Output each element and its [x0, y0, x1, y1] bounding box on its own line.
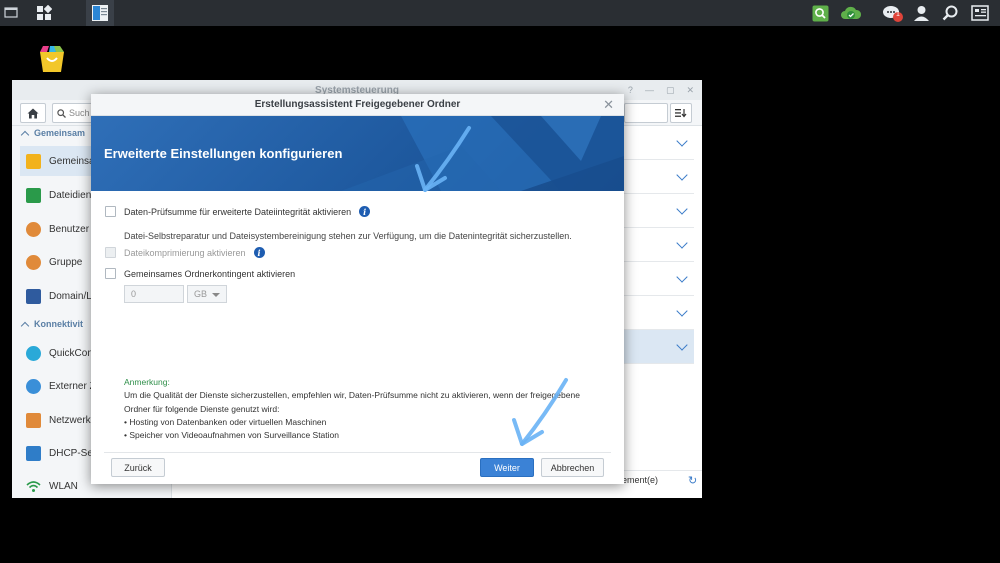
- checksum-description: Datei-Selbstreparatur und Dateisystember…: [124, 231, 572, 241]
- quota-unit-value: GB: [194, 289, 208, 299]
- file-services-icon: [26, 187, 41, 203]
- sidebar-item-label: QuickCon: [49, 347, 93, 359]
- chevron-down-icon[interactable]: [676, 271, 688, 283]
- checksum-label: Daten-Prüfsumme für erweiterte Dateiinte…: [124, 206, 352, 217]
- next-button[interactable]: Weiter: [480, 458, 534, 477]
- dhcp-server-icon: [26, 445, 41, 461]
- close-icon[interactable]: ✕: [686, 85, 694, 96]
- search-icon: [57, 108, 66, 118]
- control-panel-icon[interactable]: [86, 0, 114, 26]
- sort-button[interactable]: [670, 103, 692, 123]
- notification-count: 1: [896, 11, 900, 18]
- home-button[interactable]: [20, 103, 46, 123]
- chevron-down-icon[interactable]: [676, 237, 688, 249]
- quota-unit-select: GB: [187, 285, 227, 303]
- chevron-down-icon[interactable]: [676, 203, 688, 215]
- search-icon[interactable]: [942, 5, 959, 22]
- home-icon: [27, 108, 39, 118]
- note-list-item: • Hosting von Datenbanken oder virtuelle…: [124, 416, 327, 427]
- group-icon: [26, 254, 41, 270]
- checksum-option[interactable]: Daten-Prüfsumme für erweiterte Dateiinte…: [105, 206, 371, 217]
- note-list-item-text: Hosting von Datenbanken oder virtuellen …: [129, 416, 327, 427]
- user-icon[interactable]: [913, 5, 930, 22]
- sidebar-item-label: WLAN: [49, 480, 78, 492]
- external-access-icon: [26, 378, 41, 394]
- search-app-icon[interactable]: [812, 5, 829, 22]
- cancel-button[interactable]: Abbrechen: [541, 458, 604, 477]
- quota-label: Gemeinsames Ordnerkontingent aktivieren: [124, 268, 296, 279]
- show-desktop-icon[interactable]: [0, 0, 22, 26]
- taskbar: 1: [0, 0, 1000, 26]
- maximize-icon[interactable]: ▢: [666, 85, 675, 96]
- minimize-icon[interactable]: —: [645, 85, 654, 96]
- sidebar-item-label: Domain/L: [49, 290, 92, 302]
- back-button[interactable]: Zurück: [111, 458, 165, 477]
- note-list-item: • Speicher von Videoaufnahmen von Survei…: [124, 430, 339, 441]
- package-center-icon[interactable]: [36, 44, 68, 74]
- sidebar-item-label: Externer Z: [49, 380, 96, 392]
- sidebar-item-label: Netzwerk: [49, 414, 91, 426]
- chevron-down-icon[interactable]: [676, 135, 688, 147]
- compression-option: Dateikomprimierung aktivieren i: [105, 247, 265, 258]
- shared-folder-wizard-dialog: Erstellungsassistent Freigegebener Ordne…: [91, 94, 624, 484]
- search-placeholder: Such: [69, 108, 90, 118]
- info-icon[interactable]: i: [253, 247, 265, 258]
- refresh-icon[interactable]: ↻: [688, 474, 697, 487]
- info-icon[interactable]: i: [359, 206, 371, 217]
- item-count: ement(e): [622, 475, 659, 485]
- sidebar-item-label: Gruppe: [49, 256, 83, 268]
- main-menu-icon[interactable]: [30, 0, 58, 26]
- network-icon: [26, 412, 41, 428]
- dialog-banner: Erweiterte Einstellungen konfigurieren: [91, 116, 624, 191]
- section-label: Gemeinsam: [34, 128, 86, 138]
- quickconnect-icon: [26, 345, 41, 361]
- banner-title: Erweiterte Einstellungen konfigurieren: [104, 146, 343, 161]
- sidebar-section-connectivity[interactable]: Konnektivit: [20, 319, 84, 330]
- note-text: Um die Qualität der Dienste sicherzustel…: [124, 390, 580, 414]
- sidebar-item-label: Benutzer: [49, 223, 90, 235]
- quota-size-input: 0: [124, 285, 184, 303]
- sidebar-section-shared[interactable]: Gemeinsam: [20, 128, 86, 139]
- shared-folder-icon: [26, 153, 41, 169]
- dropdown-arrow-icon: [212, 293, 220, 297]
- dialog-footer-divider: [104, 452, 611, 453]
- filter-input[interactable]: [624, 103, 668, 123]
- collapse-chevron-icon: [20, 321, 30, 330]
- wifi-icon: [26, 480, 41, 492]
- sidebar-item-label: Dateidien: [49, 189, 92, 201]
- chevron-down-icon[interactable]: [676, 169, 688, 181]
- dialog-title: Erstellungsassistent Freigegebener Ordne…: [91, 94, 624, 116]
- chevron-down-icon[interactable]: [676, 305, 688, 317]
- widgets-icon[interactable]: [971, 5, 991, 22]
- sidebar-item-label: Gemeinsa: [49, 155, 95, 167]
- compression-label: Dateikomprimierung aktivieren: [124, 247, 246, 258]
- sidebar-item-label: DHCP-Ser: [49, 447, 97, 459]
- help-icon[interactable]: ?: [628, 85, 633, 96]
- compression-checkbox: [105, 247, 116, 258]
- note-block: Anmerkung: Um die Qualität der Dienste s…: [124, 376, 584, 442]
- cloud-sync-icon[interactable]: [840, 5, 862, 22]
- section-label: Konnektivit: [34, 319, 84, 329]
- window-controls: ? — ▢ ✕: [628, 85, 694, 96]
- user-icon: [26, 221, 41, 237]
- banner-decoration: [341, 116, 624, 191]
- note-heading: Anmerkung:: [124, 377, 170, 387]
- chevron-down-icon[interactable]: [676, 339, 688, 351]
- note-list-item-text: Speicher von Videoaufnahmen von Surveill…: [129, 430, 339, 441]
- notifications-icon[interactable]: 1: [882, 5, 904, 22]
- close-icon[interactable]: ✕: [603, 97, 614, 113]
- quota-option[interactable]: Gemeinsames Ordnerkontingent aktivieren: [105, 268, 295, 279]
- quota-checkbox[interactable]: [105, 268, 116, 279]
- checksum-checkbox[interactable]: [105, 206, 116, 217]
- sort-icon: [675, 109, 687, 118]
- domain-icon: [26, 288, 41, 304]
- collapse-chevron-icon: [20, 130, 30, 139]
